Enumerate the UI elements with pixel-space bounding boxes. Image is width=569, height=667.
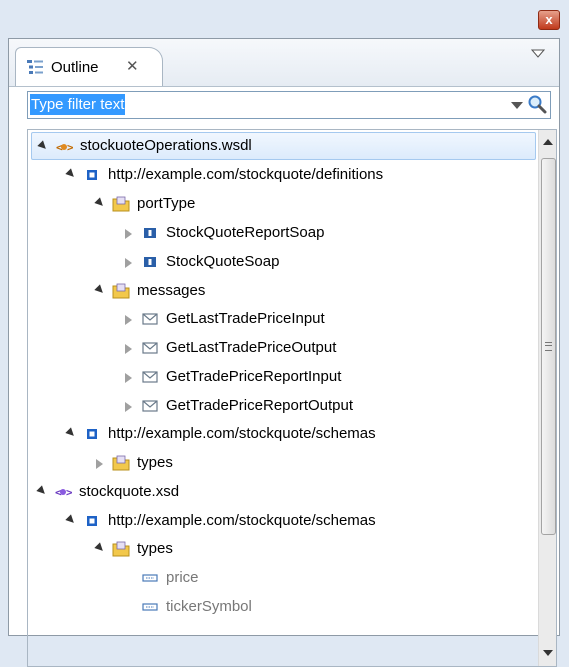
collapse-icon[interactable] [125, 344, 132, 354]
collapse-icon[interactable] [125, 229, 132, 239]
tree-item[interactable]: http://example.com/stockquote/schemas [28, 420, 533, 448]
tab-close-icon[interactable]: ✕ [126, 57, 139, 75]
filter-bar: Type filter text [27, 91, 557, 121]
collapse-icon[interactable] [125, 315, 132, 325]
tree-item-label: GetLastTradePriceInput [166, 310, 325, 327]
tree-item-label: StockQuoteSoap [166, 253, 280, 270]
scrollbar-thumb[interactable] [541, 158, 556, 535]
message-icon [141, 310, 159, 328]
collapse-icon[interactable] [125, 402, 132, 412]
expand-icon[interactable] [65, 168, 77, 180]
close-icon: x [545, 12, 553, 27]
tree-item-label: price [166, 569, 199, 586]
message-icon [141, 339, 159, 357]
tree-item[interactable]: http://example.com/stockquote/definition… [28, 161, 533, 189]
tree-item-label: types [137, 454, 173, 471]
tree-item-label: portType [137, 195, 196, 212]
tree-item-label: GetLastTradePriceOutput [166, 339, 337, 356]
tree-item-label: tickerSymbol [166, 598, 252, 615]
expand-icon[interactable] [65, 514, 77, 526]
tree-item[interactable]: StockQuoteReportSoap [28, 219, 533, 247]
expand-icon[interactable] [37, 140, 49, 152]
outline-tree[interactable]: tickerSymbol price types http://example.com… [27, 129, 557, 667]
svg-text:>: > [67, 141, 73, 154]
folder-icon [112, 282, 130, 300]
expand-icon[interactable] [94, 197, 106, 209]
namespace-icon [83, 425, 101, 443]
tree-item-label: http://example.com/stockquote/definition… [108, 166, 384, 183]
namespace-icon [83, 166, 101, 184]
tree-item[interactable]: GetTradePriceReportInput [28, 363, 533, 391]
tree-item[interactable]: < > stockuoteOperations.wsdl [31, 132, 536, 160]
tree-item-label: types [137, 540, 173, 557]
message-icon [141, 368, 159, 386]
search-icon[interactable] [527, 94, 547, 114]
outline-icon [27, 60, 43, 74]
message-icon [141, 397, 159, 415]
expand-icon[interactable] [36, 485, 48, 497]
expand-icon[interactable] [65, 427, 77, 439]
view-tab-bar: Outline ✕ [9, 39, 559, 87]
element-icon [141, 569, 159, 587]
filter-input[interactable] [27, 91, 551, 119]
tree-item-label: http://example.com/stockquote/schemas [108, 425, 376, 442]
tree-item[interactable]: types [28, 535, 533, 563]
tree-item[interactable]: GetLastTradePriceInput [28, 305, 533, 333]
tree-item[interactable]: GetTradePriceReportOutput [28, 392, 533, 420]
tree-item[interactable]: GetLastTradePriceOutput [28, 334, 533, 362]
tree-item[interactable]: price [28, 564, 533, 592]
tree-item-label: GetTradePriceReportInput [166, 368, 342, 385]
svg-text:>: > [66, 486, 72, 499]
scroll-up-icon[interactable] [543, 139, 553, 145]
expand-icon[interactable] [94, 542, 106, 554]
chevron-down-icon[interactable] [531, 49, 545, 59]
interface-icon [141, 224, 159, 242]
collapse-icon[interactable] [96, 459, 103, 469]
tree-item-label: http://example.com/stockquote/schemas [108, 512, 376, 529]
scroll-down-icon[interactable] [543, 650, 553, 656]
tree-item[interactable]: tickerSymbol [28, 593, 533, 621]
outline-view: Outline ✕ Type filter text tickerSymbol p… [8, 38, 560, 667]
tree-item[interactable]: types [28, 449, 533, 477]
interface-icon [141, 253, 159, 271]
element-icon [141, 598, 159, 616]
xsd-file-icon: < > [54, 483, 73, 501]
tree-item[interactable]: < > stockquote.xsd [28, 478, 533, 506]
tab-outline[interactable]: Outline ✕ [15, 47, 163, 86]
tree-item-label: StockQuoteReportSoap [166, 224, 325, 241]
tab-outline-label: Outline [51, 59, 99, 76]
tree-item[interactable]: http://example.com/stockquote/schemas [28, 507, 533, 535]
wsdl-file-icon: < > [55, 138, 74, 156]
tree-item-label: GetTradePriceReportOutput [166, 397, 354, 414]
tree-item-label: stockquote.xsd [79, 483, 180, 500]
window-close-button[interactable]: x [538, 10, 560, 30]
folder-icon [112, 195, 130, 213]
filter-dropdown-icon[interactable] [511, 102, 523, 109]
tree-item[interactable]: StockQuoteSoap [28, 248, 533, 276]
tree-item[interactable]: portType [28, 190, 533, 218]
collapse-icon[interactable] [125, 258, 132, 268]
namespace-icon [83, 512, 101, 530]
collapse-icon[interactable] [125, 373, 132, 383]
tree-item-label: messages [137, 282, 206, 299]
folder-icon [112, 454, 130, 472]
expand-icon[interactable] [94, 284, 106, 296]
folder-icon [112, 540, 130, 558]
grip-icon [545, 342, 552, 351]
tree-item-label: stockuoteOperations.wsdl [80, 137, 252, 154]
tree-item[interactable]: messages [28, 277, 533, 305]
vertical-scrollbar[interactable] [538, 130, 556, 666]
